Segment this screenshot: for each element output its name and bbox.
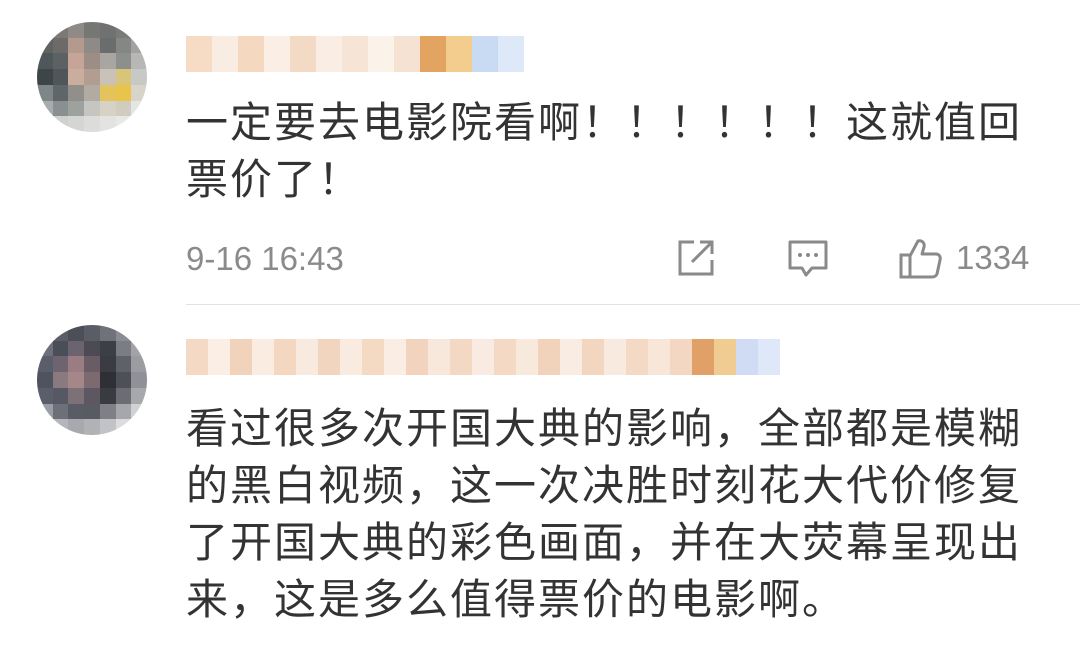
comment-text: 看过很多次开国大典的影响，全部都是模糊的黑白视频，这一次决胜时刻花大代价修复了开… <box>186 404 1023 624</box>
avatar[interactable] <box>37 22 147 132</box>
comment-item: 一定要去电影院看啊！！！！！！这就值回票价了！ 9-16 16:43 1334 <box>0 0 1080 305</box>
comment-meta: 9-16 16:43 1334 <box>186 236 1056 280</box>
comment-icon <box>788 240 828 277</box>
like-count: 1334 <box>956 239 1030 276</box>
comment-text: 一定要去电影院看啊！！！！！！这就值回票价了！ <box>186 98 1023 204</box>
reply-button[interactable] <box>786 236 830 280</box>
share-button[interactable] <box>674 236 718 280</box>
like-button[interactable]: 1334 <box>898 236 1029 280</box>
share-icon <box>678 240 714 276</box>
username-blurred[interactable] <box>186 339 780 375</box>
avatar[interactable] <box>37 325 147 435</box>
comment-timestamp: 9-16 16:43 <box>186 240 344 277</box>
comment-item: 看过很多次开国大典的影响，全部都是模糊的黑白视频，这一次决胜时刻花大代价修复了开… <box>0 305 1080 647</box>
username-blurred[interactable] <box>186 36 524 72</box>
thumbs-up-icon <box>899 239 942 279</box>
